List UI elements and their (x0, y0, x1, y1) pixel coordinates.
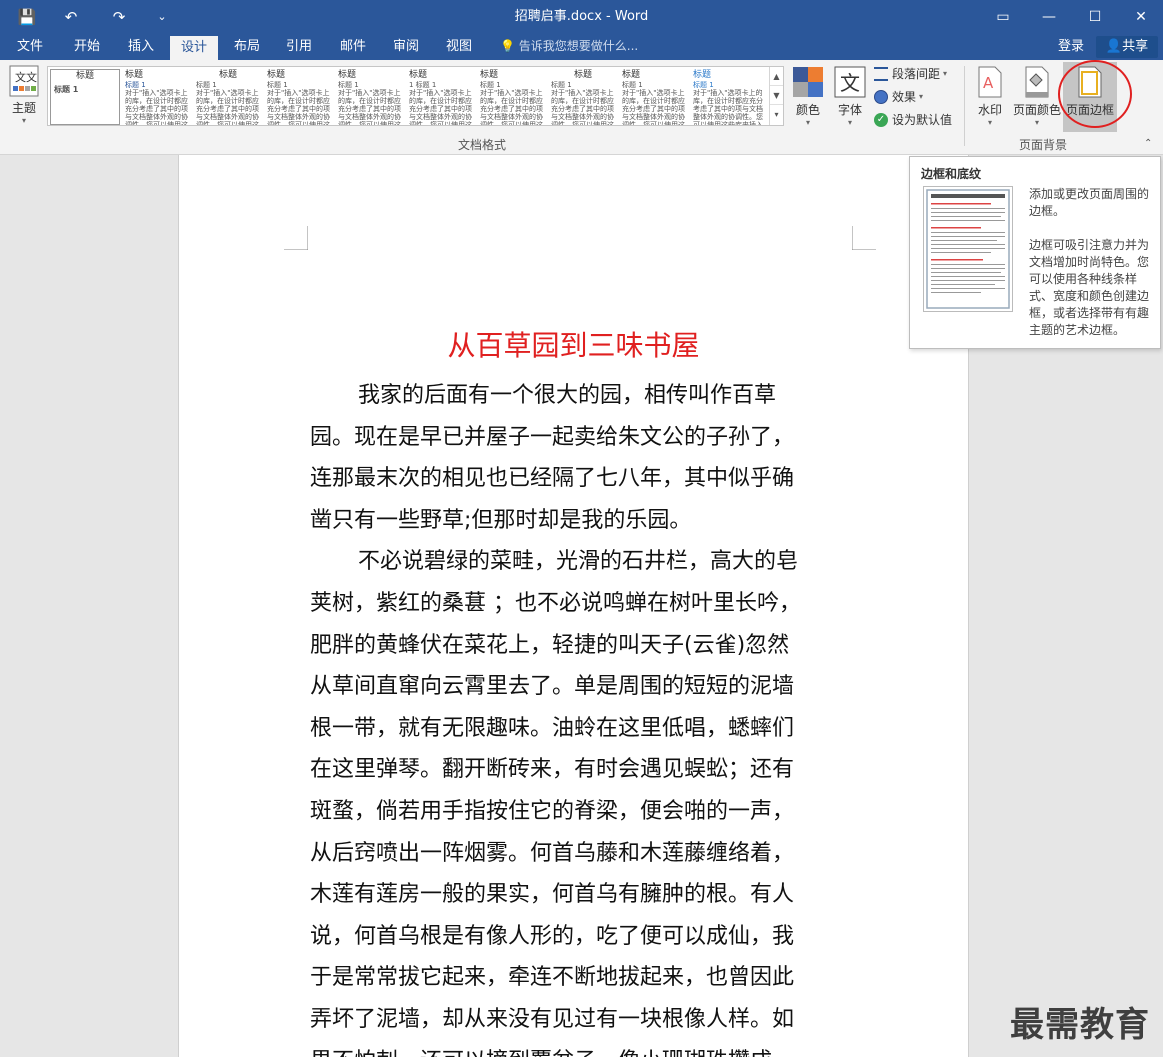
effects-icon (874, 90, 888, 104)
page-color-button[interactable]: 页面颜色 ▾ (1012, 66, 1062, 127)
title-bar: 💾 ↶ ↷ ⌄ 招聘启事.docx - Word ▭ — ☐ ✕ (0, 0, 1163, 33)
person-icon: 👤 (1105, 39, 1123, 54)
tab-home[interactable]: 开始 (64, 33, 110, 60)
text-line: 我家的后面有一个很大的园，相传叫作百草 (358, 383, 777, 408)
text-line: 连那最末次的相见也已经隔了七八年，其中似乎确 (310, 466, 795, 492)
dropdown-arrow-icon: ▾ (805, 118, 810, 127)
themes-button[interactable]: 文文 主题 ▾ (6, 64, 42, 125)
tooltip-title: 边框和底纹 (921, 167, 982, 181)
text-line: 弄坏了泥墙，却从来没有见过有一块根像人样。如 (310, 1006, 795, 1032)
gallery-scroll: ▲ ▼ ▾ (769, 67, 783, 125)
watermark-icon: A (978, 66, 1002, 98)
checkmark-icon: ✓ (874, 113, 888, 127)
text-line: 从后窍喷出一阵烟雾。何首乌藤和木莲藤缠络着， (310, 840, 795, 866)
text-line: 在这里弹琴。翻开断砖来，有时会遇见蜈蚣；还有 (310, 757, 795, 783)
page-background-group-label: 页面背景 (1019, 138, 1068, 152)
text-line: 凿只有一些野草;但那时却是我的乐园。 (310, 507, 692, 533)
text-line: 从草间直窜向云霄里去了。单是周围的短短的泥墙 (310, 674, 795, 700)
doc-format-group-label: 文档格式 (458, 138, 507, 152)
document-title: 从百草园到三味书屋 (447, 329, 700, 362)
dropdown-arrow-icon: ▾ (1034, 118, 1039, 127)
margin-corner-mark (284, 226, 308, 250)
tooltip-description: 添加或更改页面周围的边框。 边框可吸引注意力并为文档增加时尚特色。您可以使用各种… (1029, 187, 1150, 337)
tab-mailings[interactable]: 邮件 (330, 33, 376, 60)
page-borders-tooltip: 边框和底纹 添加或更改页面周围的边框。 边框可吸引注意力并为文档增加时尚特色。您… (909, 156, 1161, 349)
group-divider (964, 66, 965, 146)
tab-insert[interactable]: 插入 (118, 33, 164, 60)
style-set-item[interactable]: 标题 1 标题 1 对于"插入"选项卡上的库，在设计时都应充分考虑了其中的项与文… (406, 69, 476, 126)
document-body[interactable]: 我家的后面有一个很大的园，相传叫作百草 园。现在是早已并屋子一起卖给朱文公的子孙… (310, 375, 840, 1057)
close-button[interactable]: ✕ (1118, 0, 1163, 33)
ribbon: 文文 主题 ▾ 标题 标题 1 标题 标题 1 对于"插入"选项卡上的库，在设计… (0, 60, 1163, 155)
dropdown-arrow-icon: ▾ (987, 118, 992, 127)
colors-button[interactable]: 颜色 ▾ (790, 66, 826, 127)
text-line: 于是常常拔它起来，牵连不断地拔起来，也曾因此 (310, 965, 795, 991)
scroll-up-icon[interactable]: ▲ (770, 67, 783, 86)
paragraph-spacing-button[interactable]: 段落间距 ▾ (874, 64, 947, 84)
fonts-button[interactable]: 文 字体 ▾ (832, 66, 868, 127)
svg-text:A: A (983, 74, 994, 92)
colors-icon (793, 67, 823, 97)
style-set-item[interactable]: 标题 标题 1 对于"插入"选项卡上的库，在设计时都应充分考虑了其中的项与文档整… (548, 69, 618, 126)
effects-button[interactable]: 效果 ▾ (874, 87, 923, 107)
style-set-item[interactable]: 标题 标题 1 对于"插入"选项卡上的库，在设计时都应充分考虑了其中的项与文档整… (335, 69, 405, 126)
text-line: 根一带，就有无限趣味。油蛉在这里低唱，蟋蟀们 (310, 715, 795, 741)
dropdown-arrow-icon: ▾ (847, 118, 852, 127)
tab-review[interactable]: 审阅 (383, 33, 429, 60)
tooltip-preview-image (923, 186, 1013, 312)
text-line: 肥胖的黄蜂伏在菜花上，轻捷的叫天子(云雀)忽然 (310, 632, 790, 658)
page-color-icon (1025, 66, 1049, 98)
tell-me-input[interactable]: 💡 告诉我您想要做什么... (500, 33, 638, 60)
text-line: 园。现在是早已并屋子一起卖给朱文公的子孙了， (310, 424, 795, 450)
style-set-item[interactable]: 标题 标题 1 对于"插入"选项卡上的库，在设计时都应充分考虑了其中的项与文档整… (690, 69, 766, 126)
tab-view[interactable]: 视图 (436, 33, 482, 60)
fonts-icon: 文 (834, 66, 866, 98)
document-format-gallery: 标题 标题 1 标题 标题 1 对于"插入"选项卡上的库，在设计时都应充分考虑了… (47, 66, 784, 126)
style-set-item[interactable]: 标题 标题 1 对于"插入"选项卡上的库，在设计时都应充分考虑了其中的项与文档整… (477, 69, 547, 126)
tab-references[interactable]: 引用 (276, 33, 322, 60)
svg-text:文文: 文文 (15, 70, 37, 84)
page-preview-icon (926, 189, 1010, 309)
minimize-button[interactable]: — (1026, 0, 1072, 33)
themes-icon: 文文 (9, 65, 39, 97)
ribbon-tabs: 文件 开始 插入 设计 布局 引用 邮件 审阅 视图 💡 告诉我您想要做什么..… (0, 33, 1163, 60)
style-set-item[interactable]: 标题 标题 1 对于"插入"选项卡上的库，在设计时都应充分考虑了其中的项与文档整… (264, 69, 334, 126)
text-line: 斑蝥，倘若用手指按住它的脊梁，便会啪的一声， (310, 798, 795, 824)
text-line: 说，何首乌根是有像人形的，吃了便可以成仙，我 (310, 923, 795, 949)
svg-text:文: 文 (840, 71, 860, 95)
margin-corner-mark (852, 226, 876, 250)
highlight-circle (1058, 60, 1132, 128)
watermark-logo: 最需教育 (1010, 1005, 1150, 1045)
text-line: 木莲有莲房一般的果实，何首乌有臃肿的根。有人 (310, 882, 795, 908)
share-button[interactable]: 👤共享 (1096, 36, 1158, 58)
text-line: 荚树，紫红的桑葚 ；也不必说鸣蝉在树叶里长吟， (310, 590, 801, 616)
style-set-item[interactable]: 标题 标题 1 对于"插入"选项卡上的库，在设计时都应充分考虑了其中的项与文档整… (619, 69, 689, 126)
collapse-ribbon-icon[interactable]: ⌃ (1144, 138, 1152, 149)
ribbon-display-icon[interactable]: ▭ (980, 0, 1026, 33)
paragraph-spacing-icon (874, 67, 888, 81)
more-icon[interactable]: ▾ (770, 105, 783, 124)
text-line: 果不怕刺，还可以摘到覆盆子，像小珊瑚珠攒成 (310, 1041, 840, 1057)
dropdown-arrow-icon: ▾ (21, 116, 26, 125)
style-set-item[interactable]: 标题 标题 1 (50, 69, 120, 125)
style-set-item[interactable]: 标题 标题 1 对于"插入"选项卡上的库，在设计时都应充分考虑了其中的项与文档整… (193, 69, 263, 126)
tab-file[interactable]: 文件 (8, 33, 52, 60)
tab-layout[interactable]: 布局 (224, 33, 270, 60)
set-default-button[interactable]: ✓ 设为默认值 (874, 110, 952, 130)
text-line: 不必说碧绿的菜畦，光滑的石井栏，高大的皂 (358, 549, 799, 575)
style-set-item[interactable]: 标题 标题 1 对于"插入"选项卡上的库，在设计时都应充分考虑了其中的项与文档整… (122, 69, 192, 126)
watermark-button[interactable]: A 水印 ▾ (970, 66, 1010, 127)
scroll-down-icon[interactable]: ▼ (770, 86, 783, 105)
tab-design[interactable]: 设计 (170, 36, 218, 60)
login-link[interactable]: 登录 (1058, 33, 1084, 60)
maximize-button[interactable]: ☐ (1072, 0, 1118, 33)
